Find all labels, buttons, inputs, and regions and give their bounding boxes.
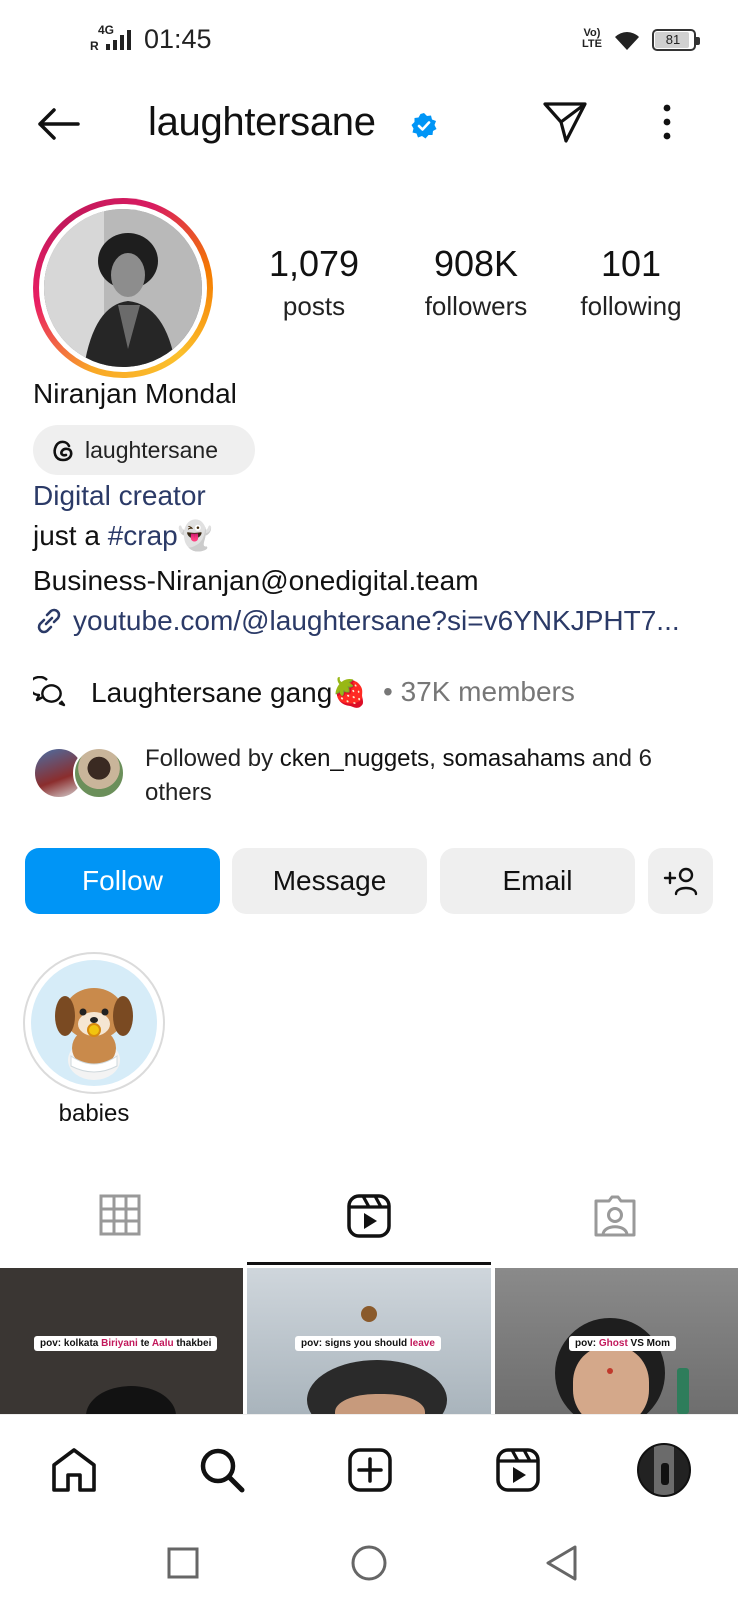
back-arrow-icon[interactable] (34, 106, 82, 142)
mutual-user-2: somasahams (442, 745, 586, 772)
battery-icon: 81 (652, 29, 700, 51)
channel-name: Laughtersane gang🍓 (91, 676, 367, 709)
following-label: following (580, 291, 682, 321)
add-person-icon (663, 867, 697, 896)
following-count: 101 (600, 243, 662, 284)
tab-tagged[interactable] (492, 1186, 738, 1266)
reels-icon (347, 1194, 391, 1238)
followers-count: 908K (433, 243, 519, 284)
active-tab-indicator (247, 1262, 491, 1265)
bio-hashtag[interactable]: #crap (108, 520, 178, 551)
volte-indicator: Vo) LTE (582, 27, 602, 50)
posts-label: posts (282, 291, 346, 321)
bio-link[interactable]: youtube.com/@laughtersane?si=v6YNKJPHT7.… (73, 605, 713, 637)
tab-grid[interactable] (0, 1186, 246, 1266)
threads-badge[interactable]: laughtersane (33, 425, 255, 475)
channel-emoji: 🍓 (332, 677, 368, 708)
search-icon (200, 1448, 245, 1493)
nav-profile[interactable] (590, 1415, 738, 1525)
back-system-icon[interactable] (544, 1544, 578, 1582)
bio-text: just a #crap👻 (33, 519, 213, 552)
own-profile-avatar (637, 1443, 691, 1497)
message-button[interactable]: Message (232, 848, 427, 914)
highlight-label: babies (58, 1100, 130, 1127)
status-bar: 4G R 01:45 Vo) LTE 81 (0, 0, 738, 80)
puppy-highlight-cover (55, 988, 133, 1080)
suggested-users-button[interactable] (648, 848, 713, 914)
email-button[interactable]: Email (440, 848, 635, 914)
mutual-followers-text: Followed by cken_nuggets, somasahams and… (145, 745, 652, 806)
reel-caption: pov: kolkata Biriyani te Aalu thakbei (34, 1336, 218, 1351)
mutual-user-1: cken_nuggets (279, 745, 430, 772)
followers-stat[interactable]: 908K followers (404, 243, 548, 322)
reels-grid: pov: kolkata Biriyani te Aalu thakbei po… (0, 1268, 738, 1414)
recents-icon[interactable] (166, 1546, 200, 1580)
reels-nav-icon (496, 1448, 540, 1492)
reel-caption: pov: signs you should leave (295, 1336, 441, 1351)
mutual-followers[interactable]: Followed by cken_nuggets, somasahams and… (33, 740, 723, 810)
bio-emoji: 👻 (177, 520, 213, 551)
followers-label: followers (424, 291, 528, 321)
follow-button[interactable]: Follow (25, 848, 220, 914)
profile-username: laughtersane (148, 100, 376, 144)
broadcast-channel[interactable]: Laughtersane gang🍓 • 37K members (33, 674, 713, 714)
link-icon (37, 608, 61, 634)
channel-name-text: Laughtersane gang (91, 677, 333, 708)
story-highlight[interactable] (23, 952, 165, 1094)
profile-tabs (0, 1186, 738, 1266)
reel-caption: pov: Ghost VS Mom (569, 1336, 677, 1351)
home-icon (52, 1448, 96, 1492)
tab-reels[interactable] (246, 1186, 492, 1266)
roaming-indicator: R (90, 39, 99, 53)
nav-reels[interactable] (444, 1415, 592, 1525)
threads-icon (53, 440, 73, 462)
bio-email: Business-Niranjan@onedigital.team (33, 565, 479, 596)
reel-thumbnail[interactable]: pov: signs you should leave (247, 1268, 491, 1414)
clock: 01:45 (144, 24, 212, 54)
reel-thumbnail[interactable]: pov: kolkata Biriyani te Aalu thakbei (0, 1268, 243, 1414)
mutual-avatar-2 (73, 747, 125, 799)
nav-home[interactable] (0, 1415, 148, 1525)
grid-icon (99, 1194, 141, 1236)
bottom-navigation (0, 1414, 738, 1524)
full-name: Niranjan Mondal (33, 378, 237, 409)
channel-icon (33, 676, 66, 707)
nav-create[interactable] (296, 1415, 444, 1525)
reel-thumbnail[interactable]: pov: Ghost VS Mom (495, 1268, 738, 1414)
tagged-icon (594, 1195, 636, 1237)
posts-stat[interactable]: 1,079 posts (262, 243, 366, 322)
posts-count: 1,079 (268, 243, 360, 284)
battery-level: 81 (665, 32, 681, 47)
signal-icon (106, 30, 131, 50)
more-options-icon[interactable] (662, 104, 672, 140)
verified-badge-icon (411, 113, 437, 139)
threads-handle: laughtersane (85, 437, 218, 463)
wifi-icon (615, 32, 639, 50)
system-navigation (0, 1524, 738, 1600)
create-post-icon (348, 1448, 392, 1492)
following-stat[interactable]: 101 following (566, 243, 696, 322)
bio-prefix: just a (33, 520, 108, 551)
home-system-icon[interactable] (350, 1544, 388, 1582)
nav-search[interactable] (148, 1415, 296, 1525)
profile-avatar[interactable] (33, 198, 213, 378)
direct-message-icon[interactable] (542, 100, 588, 144)
channel-members: • 37K members (383, 676, 575, 707)
profile-photo (44, 209, 202, 367)
profile-category: Digital creator (33, 480, 206, 511)
